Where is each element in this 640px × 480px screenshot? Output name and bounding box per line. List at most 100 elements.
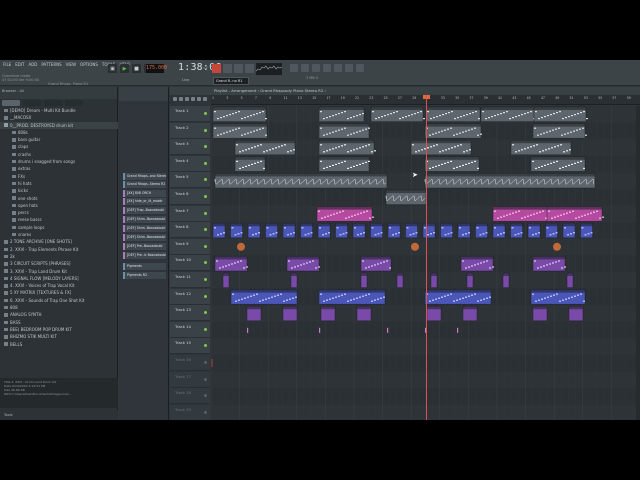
sample-clip[interactable] <box>247 327 249 333</box>
sample-clip[interactable] <box>457 327 459 333</box>
clip-header[interactable] <box>510 223 523 227</box>
browser-item[interactable]: 6. XXVI - Sounds of Trap One Shot Kit <box>0 297 118 304</box>
track-header[interactable]: Track 14 <box>170 321 210 338</box>
clip-header[interactable] <box>533 123 585 127</box>
clip-header[interactable] <box>427 306 441 310</box>
sample-clip[interactable] <box>211 359 213 367</box>
track-mute-icon[interactable] <box>204 394 207 398</box>
clip-header[interactable] <box>481 107 534 110</box>
browser-item[interactable]: 808 <box>0 304 118 311</box>
track-mute-icon[interactable] <box>204 145 207 149</box>
picker-item[interactable]: [DEF] Trap..Boxcadoubl <box>123 207 166 214</box>
browser-item[interactable]: __MACOSX <box>0 114 118 121</box>
track-mute-icon[interactable] <box>204 161 207 165</box>
clip-header[interactable] <box>319 107 364 110</box>
browser-item[interactable]: drums i snagged from songs <box>0 158 118 165</box>
browser-item[interactable]: [DEMO] Dream - Multi Kit Bundle <box>0 107 118 114</box>
picker-item[interactable]: [DEF] Pre..Ic Boxcadoubl <box>123 252 166 259</box>
track-header[interactable]: Track 4 <box>170 155 210 172</box>
track-mute-icon[interactable] <box>204 112 207 115</box>
countdown-icon[interactable] <box>234 64 243 73</box>
browser-item[interactable]: 2. XXVI - Trap Elements Phrase Kit <box>0 246 118 253</box>
clip-header[interactable] <box>458 223 470 227</box>
clip-header[interactable] <box>440 223 453 227</box>
browser-item[interactable]: crashs <box>0 151 118 158</box>
clip-header[interactable] <box>223 273 229 276</box>
track-mute-icon[interactable] <box>204 361 207 364</box>
track-mute-icon[interactable] <box>204 344 207 348</box>
clip-header[interactable] <box>319 156 369 160</box>
track-header[interactable]: Track 15 <box>170 338 210 355</box>
browser-item[interactable]: 2k <box>0 253 118 260</box>
tempo-display[interactable]: 175.000 <box>146 64 167 73</box>
browser-item[interactable]: BEE) BEDROOM POP DRUM KIT <box>0 326 118 333</box>
clip-header[interactable] <box>425 173 595 177</box>
browser-item[interactable]: 4. XXVI - Voices of Trap Vocal Kit <box>0 282 118 289</box>
clip-header[interactable] <box>235 156 265 160</box>
clip-header[interactable] <box>580 223 593 227</box>
track-mute-icon[interactable] <box>204 327 207 331</box>
browser-item[interactable]: 3 CIRCUIT SCRIPTS [PHRASES] <box>0 260 118 267</box>
browser-item[interactable]: open hats <box>0 202 118 209</box>
track-mute-icon[interactable] <box>204 128 207 132</box>
menu-edit[interactable]: EDIT <box>14 62 25 67</box>
clip-header[interactable] <box>215 173 387 177</box>
browser-item[interactable]: reese basss <box>0 216 118 223</box>
clip-header[interactable] <box>371 107 423 110</box>
clip-header[interactable] <box>425 123 481 127</box>
picker-item[interactable]: [DEF] Pre..Boxcadoubl <box>123 243 166 250</box>
piano-roll-icon[interactable] <box>301 64 309 72</box>
menu-patterns[interactable]: PATTERNS <box>40 62 62 67</box>
browser-item[interactable]: extras <box>0 165 118 172</box>
sample-clip[interactable] <box>411 242 419 251</box>
clip-header[interactable] <box>493 206 548 210</box>
track-header[interactable]: Track 11 <box>170 272 210 288</box>
sample-clip[interactable] <box>387 327 389 333</box>
track-mute-icon[interactable] <box>204 294 207 298</box>
browser-item[interactable]: percs <box>0 209 118 216</box>
track-header[interactable]: Track 8 <box>170 222 210 239</box>
clip-header[interactable] <box>318 223 330 227</box>
clip-header[interactable] <box>248 223 260 227</box>
clip-header[interactable] <box>265 223 278 227</box>
track-mute-icon[interactable] <box>204 377 207 381</box>
clip-header[interactable] <box>361 256 391 260</box>
browser-item[interactable]: claps <box>0 143 118 150</box>
clip-header[interactable] <box>503 273 509 276</box>
clip-header[interactable] <box>567 273 573 276</box>
stop-button[interactable]: ■ <box>132 64 141 73</box>
clip-header[interactable] <box>319 123 369 127</box>
track-header[interactable]: Track 9 <box>170 238 210 255</box>
clip-header[interactable] <box>283 306 297 310</box>
paint-tool-icon[interactable] <box>179 97 183 101</box>
clip-header[interactable] <box>361 273 367 276</box>
clip-header[interactable] <box>475 223 488 227</box>
track-header[interactable]: Track 3 <box>170 139 210 156</box>
menu-view[interactable]: VIEW <box>65 62 77 67</box>
clip-header[interactable] <box>353 223 365 227</box>
track-header[interactable]: Track 5 <box>170 172 210 189</box>
slip-tool-icon[interactable] <box>197 97 201 101</box>
picker-item[interactable]: Pigments <box>123 263 166 270</box>
picker-item[interactable]: [DEF] Shim..Boxcadoubl <box>123 216 166 223</box>
vertical-scrollbar[interactable] <box>636 106 640 420</box>
track-header[interactable]: Track 6 <box>170 189 210 205</box>
picker-item[interactable]: [DEF] Shim..Boxcadoubl <box>123 234 166 241</box>
clip-header[interactable] <box>405 223 418 227</box>
clip-header[interactable] <box>563 223 575 227</box>
clip-header[interactable] <box>493 223 505 227</box>
wait-input-icon[interactable] <box>223 64 232 73</box>
picker-item[interactable]: Grand Rhaps..Stereo R2 <box>123 181 166 188</box>
track-mute-icon[interactable] <box>204 195 207 198</box>
play-button[interactable]: ▶ <box>120 64 129 73</box>
track-header[interactable]: Track 17 <box>170 371 210 388</box>
menu-add[interactable]: ADD <box>27 62 38 67</box>
browser-tab-2[interactable] <box>23 100 41 106</box>
draw-tool-icon[interactable] <box>173 97 177 101</box>
track-header[interactable]: Track 13 <box>170 305 210 322</box>
clip-header[interactable] <box>467 273 473 276</box>
channel-rack-icon[interactable] <box>323 64 331 72</box>
picker-item[interactable]: [DEF] Shim..Boxcadoubl <box>123 225 166 232</box>
clip-header[interactable] <box>533 256 565 260</box>
track-header[interactable]: Track 2 <box>170 122 210 139</box>
